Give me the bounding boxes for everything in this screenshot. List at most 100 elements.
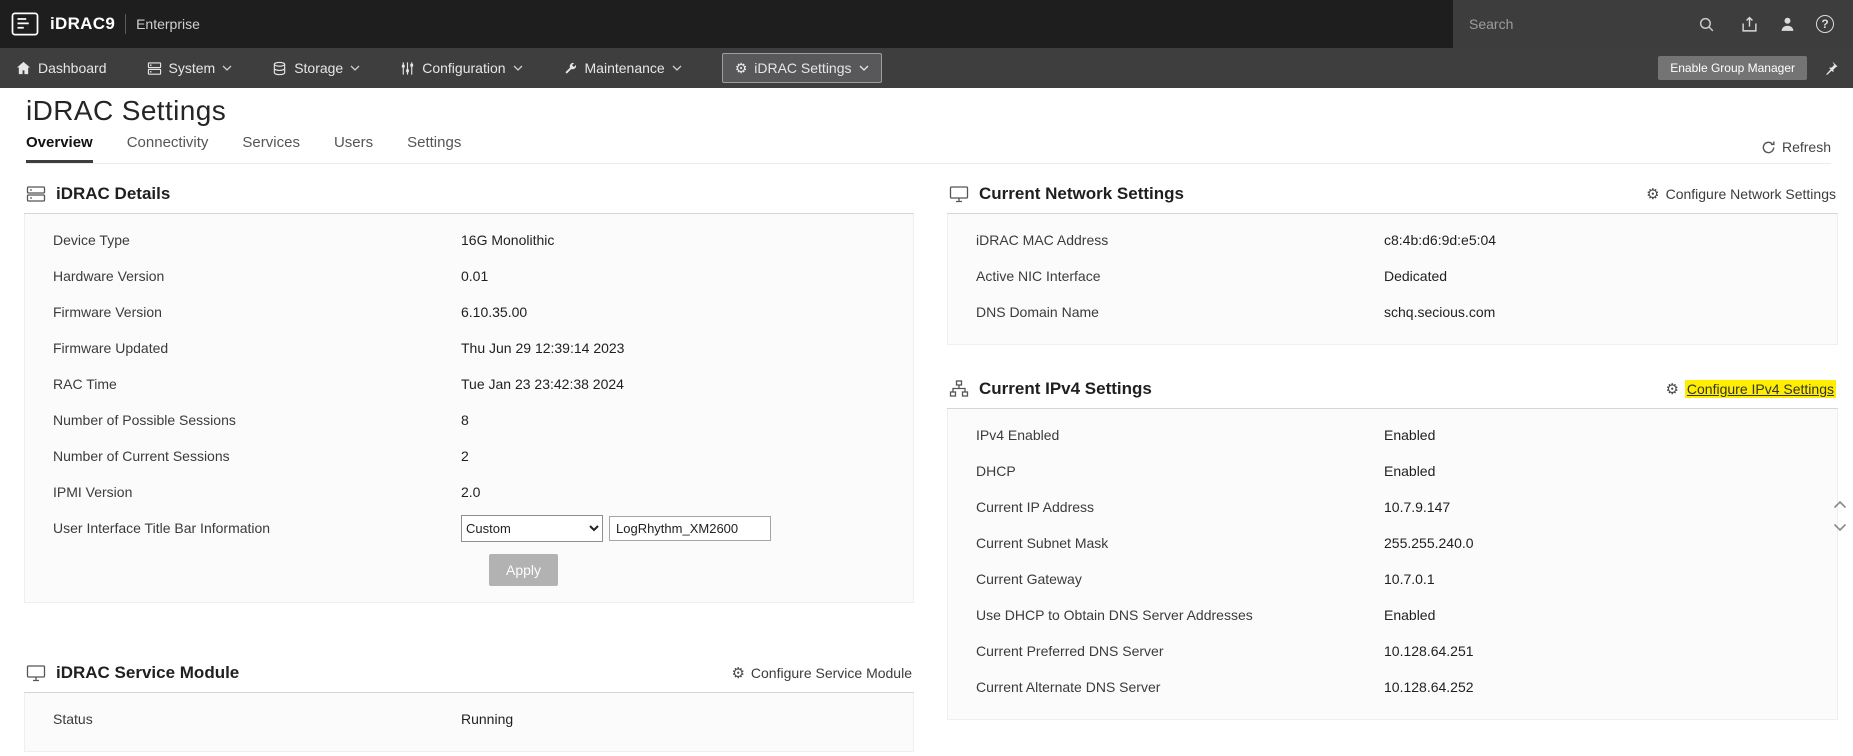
row-label: Current Gateway [976, 571, 1082, 587]
configure-label: Configure Service Module [750, 665, 912, 681]
detail-row: Firmware Version 6.10.35.00 [25, 294, 913, 330]
panel-header: Current Network Settings ⚙ Configure Net… [947, 176, 1838, 214]
gear-icon: ⚙ [734, 60, 748, 76]
monitor-icon [26, 664, 46, 682]
nav-item-storage[interactable]: Storage [272, 53, 360, 83]
row-label: IPMI Version [53, 484, 133, 500]
panel-body: Device Type 16G Monolithic Hardware Vers… [24, 214, 914, 603]
nav-items: Dashboard System Storage Configuration M… [16, 53, 882, 83]
panel-body: iDRAC MAC Address c8:4b:d6:9d:e5:04 Acti… [947, 214, 1838, 345]
refresh-button[interactable]: Refresh [1761, 139, 1831, 163]
detail-row: Current Alternate DNS Server 10.128.64.2… [948, 669, 1837, 705]
panel-title: Current IPv4 Settings [979, 379, 1152, 398]
nav-item-dashboard[interactable]: Dashboard [16, 53, 107, 83]
row-value: c8:4b:d6:9d:e5:04 [1384, 232, 1497, 248]
row-value: Enabled [1384, 607, 1436, 623]
row-value: 6.10.35.00 [461, 304, 528, 320]
row-label: DNS Domain Name [976, 304, 1099, 320]
panel-header: iDRAC Service Module ⚙ Configure Service… [24, 655, 914, 693]
row-label: Hardware Version [53, 268, 165, 284]
configure-network-settings-link[interactable]: ⚙ Configure Network Settings [1646, 186, 1836, 202]
row-value: 16G Monolithic [461, 232, 555, 248]
detail-row: Status Running [25, 701, 913, 737]
title-bar-mode-select[interactable]: Custom [461, 514, 603, 542]
row-label: Firmware Updated [53, 340, 169, 356]
nav-item-configuration[interactable]: Configuration [400, 53, 522, 83]
detail-row: Hardware Version 0.01 [25, 258, 913, 294]
chevron-down-icon [859, 65, 869, 71]
gear-icon: ⚙ [1665, 380, 1679, 398]
detail-row: Device Type 16G Monolithic [25, 222, 913, 258]
panel-header: Current IPv4 Settings ⚙ Configure IPv4 S… [947, 371, 1838, 409]
panel-idrac-details: iDRAC Details Device Type 16G Monolithic… [24, 176, 914, 603]
help-glyph: ? [1816, 15, 1834, 33]
scroll-up-icon[interactable] [1833, 500, 1847, 509]
panel-body: Status Running [24, 693, 914, 752]
nav-item-maintenance[interactable]: Maintenance [563, 53, 682, 83]
row-label: Device Type [53, 232, 130, 248]
detail-row: IPMI Version 2.0 [25, 474, 913, 510]
detail-row: IPv4 Enabled Enabled [948, 417, 1837, 453]
home-icon [16, 61, 31, 75]
panel-network-settings: Current Network Settings ⚙ Configure Net… [947, 176, 1838, 345]
detail-row: Current IP Address 10.7.9.147 [948, 489, 1837, 525]
detail-row: iDRAC MAC Address c8:4b:d6:9d:e5:04 [948, 222, 1837, 258]
title-bar-text-input[interactable] [609, 515, 771, 541]
refresh-label: Refresh [1781, 139, 1831, 155]
row-value: Dedicated [1384, 268, 1448, 284]
configure-ipv4-settings-link[interactable]: ⚙ Configure IPv4 Settings [1665, 380, 1836, 398]
configure-label: Configure Network Settings [1665, 186, 1836, 202]
nav-right: Enable Group Manager [1658, 56, 1839, 80]
search-input[interactable] [1453, 16, 1698, 32]
nav-item-system[interactable]: System [147, 53, 233, 83]
row-label: Use DHCP to Obtain DNS Server Addresses [976, 607, 1253, 623]
export-icon[interactable] [1735, 10, 1763, 38]
row-value: 10.128.64.251 [1384, 643, 1474, 659]
tab-services[interactable]: Services [242, 134, 300, 163]
row-label: Current Subnet Mask [976, 535, 1109, 551]
row-label: User Interface Title Bar Information [53, 520, 271, 536]
topbar-icons: ? [1729, 0, 1853, 48]
topbar-right: ? [1453, 0, 1853, 48]
row-value: Thu Jun 29 12:39:14 2023 [461, 340, 625, 356]
row-label: Number of Current Sessions [53, 448, 230, 464]
configure-service-module-link[interactable]: ⚙ Configure Service Module [731, 665, 912, 681]
help-icon[interactable]: ? [1811, 10, 1839, 38]
row-label: iDRAC MAC Address [976, 232, 1109, 248]
title-bar-controls: Custom [461, 514, 771, 542]
panel-body: IPv4 Enabled Enabled DHCP Enabled Curren… [947, 409, 1838, 720]
content-columns: iDRAC Details Device Type 16G Monolithic… [24, 176, 1838, 752]
brand-name: iDRAC9 [50, 14, 116, 33]
nav-label: iDRAC Settings [754, 60, 852, 76]
chevron-down-icon [672, 65, 682, 71]
gear-icon: ⚙ [731, 664, 745, 682]
row-label: Status [53, 711, 93, 727]
title-bar-info-row: User Interface Title Bar Information Cus… [25, 510, 913, 546]
chevron-down-icon [513, 65, 523, 71]
configure-label-highlighted: Configure IPv4 Settings [1684, 380, 1836, 398]
chevron-down-icon [222, 65, 232, 71]
tabs: Overview Connectivity Services Users Set… [26, 134, 461, 163]
user-icon[interactable] [1773, 10, 1801, 38]
row-label: RAC Time [53, 376, 117, 392]
brand-divider [125, 14, 127, 34]
nav-label: Maintenance [584, 60, 665, 76]
detail-row: Number of Current Sessions 2 [25, 438, 913, 474]
network-icon [949, 380, 969, 398]
main-nav: Dashboard System Storage Configuration M… [0, 48, 1853, 88]
enable-group-manager-button[interactable]: Enable Group Manager [1658, 56, 1807, 80]
tab-connectivity[interactable]: Connectivity [127, 134, 209, 163]
row-label: Current Preferred DNS Server [976, 643, 1164, 659]
search-icon[interactable] [1698, 16, 1715, 33]
apply-button[interactable]: Apply [489, 554, 559, 586]
tab-users[interactable]: Users [334, 134, 373, 163]
server-details-icon [26, 185, 46, 203]
main-content: iDRAC Settings Overview Connectivity Ser… [0, 94, 1853, 752]
tab-settings[interactable]: Settings [407, 134, 461, 163]
scroll-down-icon[interactable] [1833, 523, 1847, 532]
nav-item-idrac-settings[interactable]: ⚙ iDRAC Settings [721, 53, 882, 83]
row-value: 10.128.64.252 [1384, 679, 1474, 695]
pin-icon[interactable] [1823, 60, 1839, 76]
detail-row: Current Subnet Mask 255.255.240.0 [948, 525, 1837, 561]
tab-overview[interactable]: Overview [26, 134, 93, 163]
